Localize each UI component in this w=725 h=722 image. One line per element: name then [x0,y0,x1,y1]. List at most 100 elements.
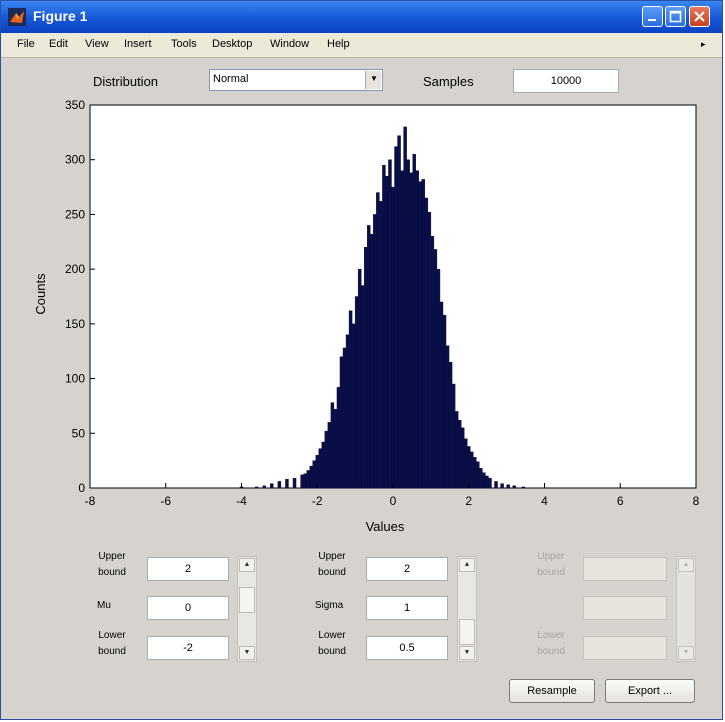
histogram-bar [485,475,489,489]
histogram-bar [303,473,307,489]
x-tick-label: -2 [312,494,323,508]
middle-lower-label: Lower bound [309,628,355,660]
slider-thumb[interactable] [239,587,255,613]
histogram-bar [394,146,398,489]
histogram-bar [336,387,341,489]
histogram-bar [442,314,447,489]
right-upper-bound-input [583,557,667,581]
figure-window: Figure 1 File Edit View Insert Tools Des… [0,0,723,720]
histogram-bar [412,154,416,489]
histogram-bar [373,214,377,489]
middle-upper-bound-input[interactable]: 2 [366,557,448,581]
x-tick-label: 2 [465,494,472,508]
right-slider: ▲ ▼ [676,556,696,662]
histogram-bar [277,481,282,489]
middle-upper-label: Upper bound [309,549,355,581]
slider-up-button[interactable]: ▲ [459,558,475,572]
histogram-bar [348,310,353,489]
histogram-bar [476,461,480,489]
histogram-bar [354,296,359,489]
right-lower-label: Lower bound [528,628,574,660]
right-upper-label-line2: bound [537,567,565,578]
histogram-bar [391,186,395,489]
histogram-bar [360,285,365,489]
histogram-bar [521,486,526,489]
histogram-bar [403,126,407,489]
histogram-bar [424,197,429,489]
middle-lower-bound-input[interactable]: 0.5 [366,636,448,660]
mu-label: Mu [97,600,111,611]
histogram-bar [467,446,471,489]
histogram-bar [454,411,459,489]
slider-down-button[interactable]: ▼ [239,646,255,660]
right-lower-label-line1: Lower [537,630,565,641]
mu-slider[interactable]: ▲ ▼ [237,556,257,662]
x-tick-label: 0 [390,494,397,508]
histogram-bar [464,438,468,489]
histogram-bar [345,334,350,489]
resample-button[interactable]: Resample [509,679,595,703]
histogram-bar [427,212,432,489]
slider-up-button: ▲ [678,558,694,572]
slider-down-button[interactable]: ▼ [459,646,475,660]
histogram-bar [385,175,389,489]
left-upper-label-line1: Upper [98,551,126,562]
slider-up-button[interactable]: ▲ [239,558,255,572]
x-tick-label: 4 [541,494,548,508]
mu-input[interactable]: 0 [147,596,229,620]
histogram-bar [451,383,456,489]
left-upper-bound-input[interactable]: 2 [147,557,229,581]
histogram-bar [436,268,441,489]
histogram-bar [388,159,392,489]
y-tick-label: 300 [65,153,85,167]
histogram-bar [306,470,310,489]
right-upper-label: Upper bound [528,549,574,581]
y-tick-label: 0 [78,481,85,495]
sigma-slider[interactable]: ▲ ▼ [457,556,477,662]
left-lower-bound-input[interactable]: -2 [147,636,229,660]
histogram-bar [460,427,465,489]
sigma-label: Sigma [314,600,344,611]
histogram-bar [421,179,426,489]
histogram-bar [339,356,344,489]
histogram-bar [457,419,462,489]
histogram-bar [470,451,474,489]
histogram-bar [415,170,419,489]
y-tick-label: 250 [65,207,85,221]
sigma-input[interactable]: 1 [366,596,448,620]
histogram-bar [330,402,335,489]
x-tick-label: -8 [85,494,96,508]
histogram-bar [285,479,289,489]
x-axis-label: Values [366,519,405,534]
histogram-bar [494,481,498,489]
histogram-bar [397,135,401,489]
export-button[interactable]: Export ... [605,679,695,703]
histogram-bar [488,477,492,489]
histogram-bar [439,301,444,489]
middle-lower-label-line1: Lower [318,630,346,641]
histogram-bar [445,345,450,489]
x-tick-label: -4 [236,494,247,508]
histogram-bar [473,457,477,489]
histogram-bar [506,484,510,489]
right-upper-label-line1: Upper [537,551,565,562]
histogram-bar [357,268,362,489]
left-upper-label-line2: bound [98,567,126,578]
histogram-bar [254,486,259,489]
histogram-bar [500,483,504,489]
histogram-bar [342,347,347,489]
histogram-bar [433,249,438,489]
y-tick-label: 50 [72,426,86,440]
histogram-bar [370,233,374,489]
slider-down-button: ▼ [678,646,694,660]
y-tick-label: 350 [65,98,85,112]
x-tick-label: 6 [617,494,624,508]
slider-thumb[interactable] [459,619,475,645]
histogram-plot: -8 -6 -4 -2 0 2 4 6 8 0 50 100 150 200 250 300 350 Valu… [33,98,700,534]
histogram-bar [327,422,332,489]
histogram-bar [351,323,356,489]
middle-lower-label-line2: bound [318,646,346,657]
histogram-bar [367,225,371,489]
x-tick-label: 8 [693,494,700,508]
histogram-bar [333,409,338,489]
